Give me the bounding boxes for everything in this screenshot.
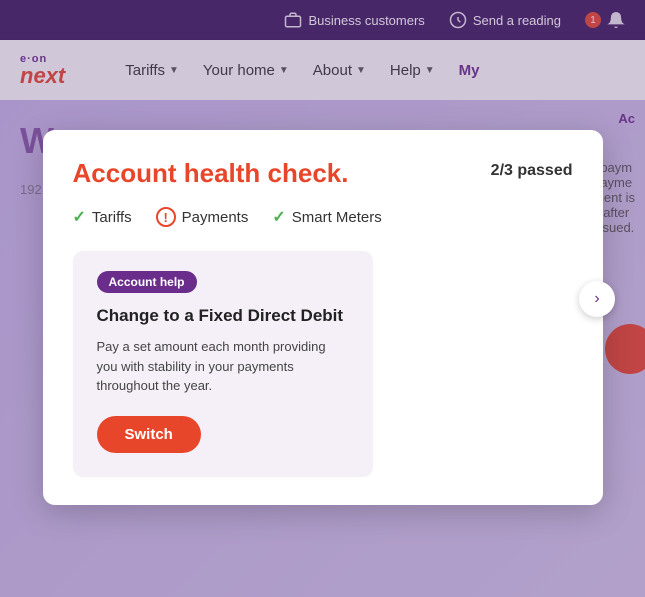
check-payments: ! Payments bbox=[156, 207, 249, 227]
modal-header: Account health check. 2/3 passed bbox=[73, 158, 573, 189]
scroll-right-arrow[interactable]: › bbox=[579, 281, 615, 317]
modal-overlay: Account health check. 2/3 passed ✓ Tarif… bbox=[0, 0, 645, 597]
card-tag: Account help bbox=[97, 271, 197, 293]
checkmark-icon: ✓ bbox=[272, 207, 285, 227]
check-smart-meters-label: Smart Meters bbox=[292, 209, 382, 226]
checkmark-icon: ✓ bbox=[73, 207, 86, 227]
card-description: Pay a set amount each month providing yo… bbox=[97, 337, 349, 396]
warning-icon: ! bbox=[156, 207, 176, 227]
account-health-modal: Account health check. 2/3 passed ✓ Tarif… bbox=[43, 130, 603, 505]
check-tariffs-label: Tariffs bbox=[92, 209, 132, 226]
account-help-card: Account help Change to a Fixed Direct De… bbox=[73, 251, 373, 477]
check-tariffs: ✓ Tariffs bbox=[73, 207, 132, 227]
check-smart-meters: ✓ Smart Meters bbox=[272, 207, 381, 227]
switch-button[interactable]: Switch bbox=[97, 416, 201, 453]
card-title: Change to a Fixed Direct Debit bbox=[97, 305, 349, 327]
check-payments-label: Payments bbox=[182, 209, 249, 226]
checks-row: ✓ Tariffs ! Payments ✓ Smart Meters bbox=[73, 207, 573, 227]
passed-badge: 2/3 passed bbox=[491, 158, 573, 180]
modal-title: Account health check. bbox=[73, 158, 349, 189]
